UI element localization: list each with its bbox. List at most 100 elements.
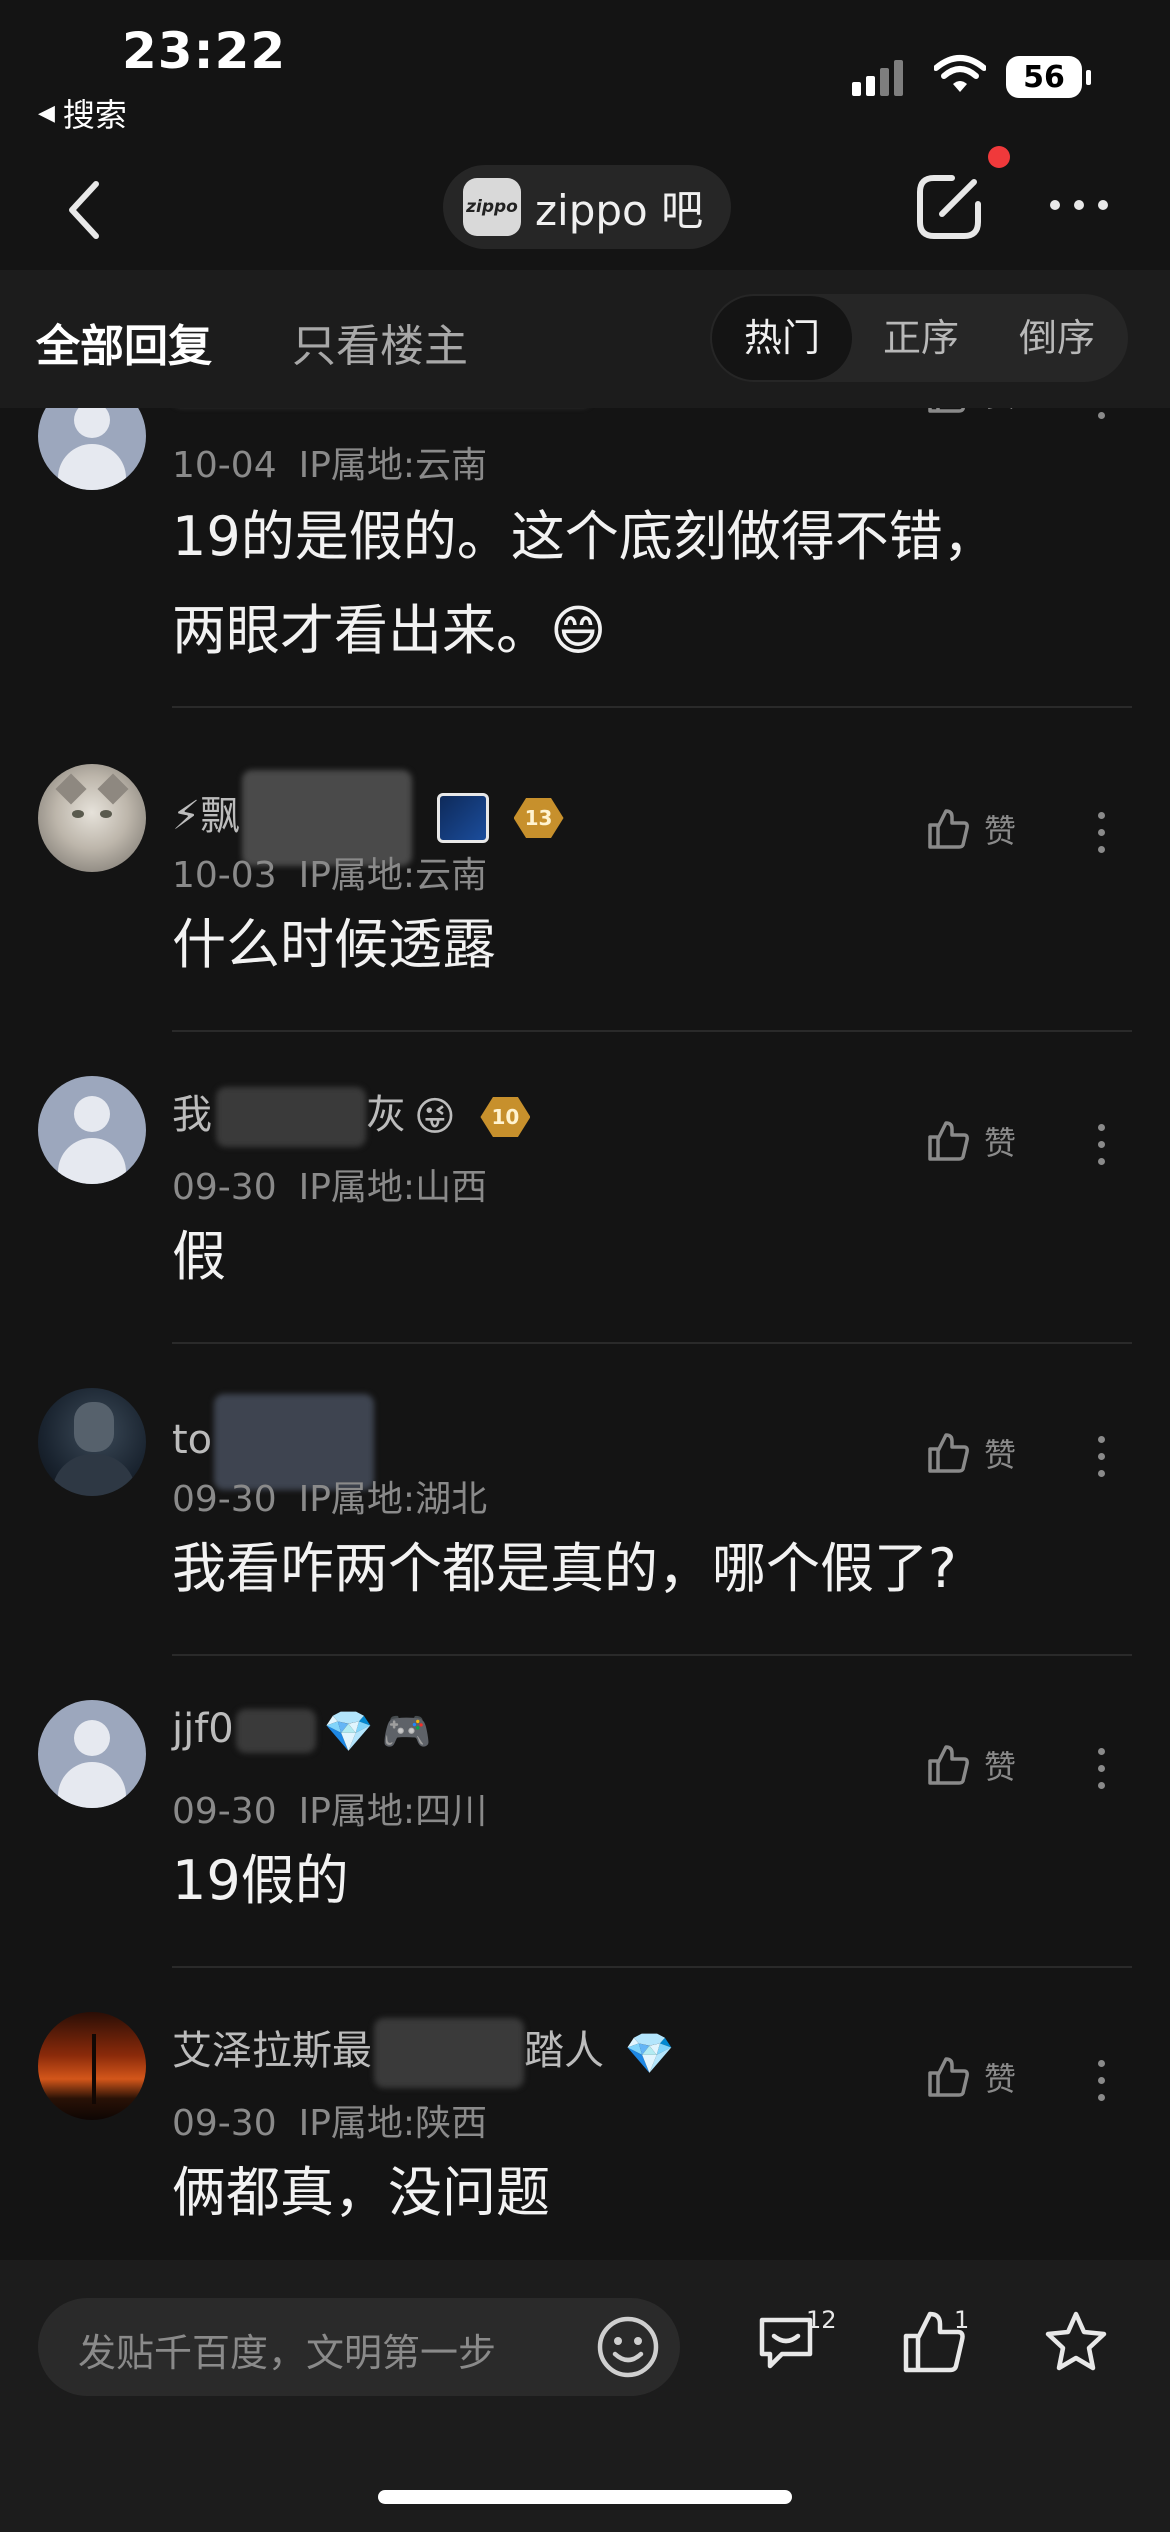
like-button[interactable]: 赞	[926, 806, 1016, 852]
level-icon	[436, 793, 489, 843]
comment-item: ⚡飘 13 10-03 IP属地:云南 赞 什么时候透露	[0, 720, 1170, 1032]
status-time: 23:22	[122, 22, 287, 80]
ip-location: IP属地:陕西	[298, 2103, 488, 2144]
comment-content: 什么时候透露	[172, 913, 496, 976]
like-label: 赞	[984, 812, 1017, 850]
thumbs-up-icon	[928, 1745, 969, 1785]
thumbs-up-icon	[928, 1121, 969, 1161]
like-label: 赞	[984, 1124, 1017, 1162]
sort-ascending[interactable]: 正序	[856, 294, 986, 382]
more-vertical-icon[interactable]	[1098, 1124, 1105, 1165]
level-badge: 10	[480, 1097, 531, 1137]
avatar[interactable]	[38, 1700, 146, 1808]
comment-content: 19假的	[172, 1849, 349, 1912]
comment-content: 俩都真，没问题	[172, 2161, 550, 2224]
more-vertical-icon[interactable]	[1098, 2060, 1105, 2101]
like-label: 赞	[984, 408, 1016, 416]
tongue-emoji: 😜	[414, 1094, 456, 1140]
like-button[interactable]: 赞	[926, 1430, 1016, 1476]
more-vertical-icon[interactable]	[1098, 1748, 1105, 1789]
comment-count: 12	[806, 2306, 837, 2334]
sort-descending[interactable]: 倒序	[992, 294, 1122, 382]
comment-content: 假	[172, 1225, 226, 1288]
comment-item: 我灰 😜 10 09-30 IP属地:山西 赞 假	[0, 1032, 1170, 1344]
emoji-icon[interactable]	[593, 2312, 663, 2386]
back-app-label: 搜索	[62, 96, 127, 134]
comment-content: 我看咋两个都是真的，哪个假了?	[172, 1537, 957, 1600]
comment-meta: 09-30 IP属地:山西	[172, 1158, 487, 1210]
more-horizontal-icon[interactable]	[1050, 200, 1108, 210]
comment-meta: 09-30 IP属地:湖北	[172, 1470, 487, 1522]
comment-list: 10-04 IP属地:云南 赞 19的是假的。这个底刻做得不错， 两眼才看出来。😄…	[0, 408, 1170, 2260]
forum-logo: zippo	[463, 178, 521, 236]
tab-all-replies[interactable]: 全部回复	[36, 310, 212, 374]
ip-location: IP属地:山西	[298, 1167, 488, 1208]
like-label: 赞	[984, 1436, 1017, 1474]
chevron-left-icon[interactable]	[58, 178, 114, 242]
thumbs-up-icon	[928, 2057, 969, 2097]
username[interactable]: 艾泽拉斯最 踏人 💎	[172, 2018, 675, 2088]
comment-item: jjf0 💎 🎮 09-30 IP属地:四川 赞 19假的	[0, 1656, 1170, 1968]
comment-meta: 10-04 IP属地:云南	[172, 436, 487, 488]
star-icon[interactable]	[1042, 2308, 1110, 2380]
avatar[interactable]	[38, 764, 146, 872]
like-label: 赞	[984, 2060, 1017, 2098]
like-button[interactable]: 赞	[926, 408, 1016, 416]
back-to-search-button[interactable]: ◀ 搜索	[38, 90, 127, 136]
comment-date: 10-03	[172, 855, 277, 896]
edit-icon[interactable]	[912, 170, 986, 244]
more-vertical-icon[interactable]	[1098, 408, 1105, 419]
comment-date: 09-30	[172, 1791, 277, 1832]
like-button[interactable]: 赞	[926, 2054, 1016, 2100]
battery-level: 56	[1006, 56, 1082, 98]
filter-bar: 全部回复 只看楼主 热门 正序 倒序	[0, 270, 1170, 408]
ip-location: IP属地:云南	[298, 445, 488, 486]
forum-chip[interactable]: zippo zippo 吧	[443, 165, 732, 249]
tab-op-only[interactable]: 只看楼主	[292, 310, 468, 374]
thumbs-up-icon	[928, 408, 966, 413]
avatar[interactable]	[38, 1388, 146, 1496]
reply-placeholder: 发贴千百度，文明第一步	[78, 2331, 497, 2375]
home-indicator	[378, 2490, 792, 2504]
thumbs-up-icon	[928, 809, 969, 849]
comment-date: 10-04	[172, 445, 277, 486]
gamepad-emoji: 🎮	[381, 1708, 432, 1755]
avatar[interactable]	[38, 1076, 146, 1184]
thumbs-up-icon	[928, 1433, 969, 1473]
avatar[interactable]	[38, 408, 146, 490]
sort-hot[interactable]: 热门	[712, 296, 852, 380]
more-vertical-icon[interactable]	[1098, 812, 1105, 853]
ip-location: IP属地:湖北	[298, 1479, 488, 1520]
like-button[interactable]: 赞	[926, 1118, 1016, 1164]
like-count: 1	[954, 2306, 970, 2334]
comment-content: 19的是假的。这个底刻做得不错， 两眼才看出来。😄	[172, 505, 997, 662]
wifi-icon	[933, 54, 987, 98]
comment-item: 10-04 IP属地:云南 赞 19的是假的。这个底刻做得不错， 两眼才看出来。😄	[0, 408, 1170, 718]
forum-name: zippo 吧	[535, 185, 704, 235]
comment-item: to 09-30 IP属地:湖北 赞 我看咋两个都是真的，哪个假了?	[0, 1344, 1170, 1656]
like-button[interactable]: 赞	[926, 1742, 1016, 1788]
nav-bar: zippo zippo 吧	[0, 150, 1170, 270]
username[interactable]: 我灰 😜 10	[172, 1082, 531, 1147]
comment-meta: 10-03 IP属地:云南	[172, 846, 487, 898]
reply-input[interactable]: 发贴千百度，文明第一步	[38, 2298, 680, 2396]
username[interactable]: jjf0 💎 🎮	[172, 1706, 431, 1755]
diamond-emoji: 💎	[323, 1708, 374, 1755]
diamond-emoji: 💎	[624, 2030, 675, 2077]
level-badge: 13	[513, 798, 564, 838]
comment-date: 09-30	[172, 1167, 277, 1208]
comment-meta: 09-30 IP属地:陕西	[172, 2094, 487, 2146]
like-label: 赞	[984, 1748, 1017, 1786]
comment-date: 09-30	[172, 2103, 277, 2144]
comment-meta: 09-30 IP属地:四川	[172, 1782, 487, 1834]
status-bar: 23:22 ◀ 搜索 56	[0, 0, 1170, 150]
avatar[interactable]	[38, 2012, 146, 2120]
ip-location: IP属地:四川	[298, 1791, 488, 1832]
more-vertical-icon[interactable]	[1098, 1436, 1105, 1477]
back-triangle-icon: ◀	[38, 100, 55, 126]
sort-toggle: 热门 正序 倒序	[710, 294, 1128, 382]
comment-date: 09-30	[172, 1479, 277, 1520]
battery-tip	[1086, 70, 1091, 85]
page: 23:22 ◀ 搜索 56 zippo zippo 吧 全部回复 只看楼主 热门…	[0, 0, 1170, 2532]
divider	[172, 706, 1132, 708]
